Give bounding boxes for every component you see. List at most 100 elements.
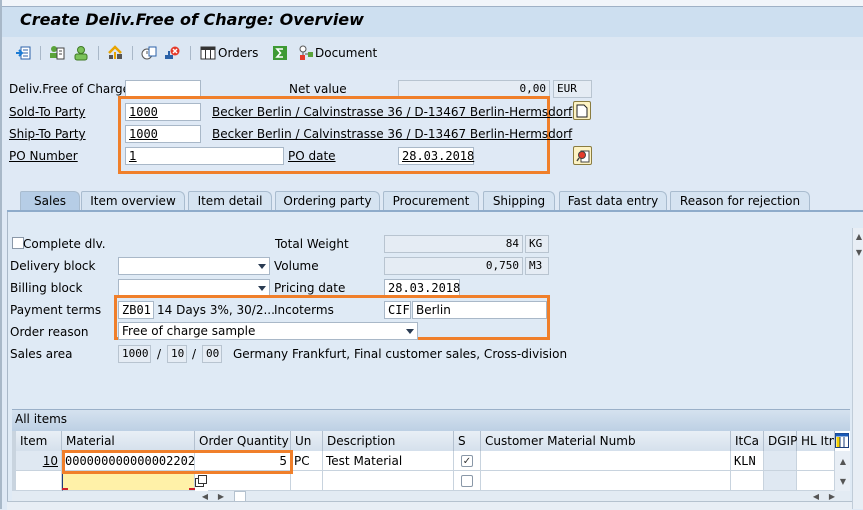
field-error-marker <box>62 488 68 490</box>
value-help-icon[interactable] <box>195 475 207 487</box>
cell-material-focused[interactable] <box>62 471 195 491</box>
scroll-up-icon[interactable]: ▲ <box>837 455 849 467</box>
cell-dgip <box>764 451 797 471</box>
cell-itca[interactable]: KLN <box>731 451 764 471</box>
toolbar-separator <box>132 46 133 60</box>
table-settings-icon[interactable] <box>835 433 849 448</box>
column-header-itca[interactable]: ItCa <box>731 431 764 451</box>
po-date-input[interactable]: 28.03.2018 <box>398 147 474 165</box>
cell-hl-item[interactable] <box>797 471 835 491</box>
cell-item[interactable]: 10 <box>16 451 62 471</box>
items-table-title-bar <box>12 409 850 431</box>
cancel-doc-icon[interactable] <box>163 44 181 62</box>
incoterms-code-input[interactable]: CIF <box>384 301 411 319</box>
scroll-right-icon[interactable]: ▶ <box>215 491 227 501</box>
hierarchy-icon[interactable] <box>106 44 124 62</box>
scroll-down-icon[interactable]: ▼ <box>853 246 863 258</box>
sold-to-input[interactable]: 1000 <box>125 103 201 121</box>
document-flow-icon[interactable] <box>297 44 315 62</box>
scroll-left-icon[interactable]: ◀ <box>199 491 211 501</box>
cell-customer-material[interactable] <box>481 451 731 471</box>
tab-reason-for-rejection[interactable]: Reason for rejection <box>670 191 810 211</box>
complete-dlv-label: Complete dlv. <box>23 237 106 251</box>
cell-itca[interactable] <box>731 471 764 491</box>
search-document-icon <box>575 150 589 162</box>
column-header-s[interactable]: S <box>454 431 481 451</box>
field-error-marker <box>189 488 195 490</box>
header-details-icon[interactable] <box>48 44 66 62</box>
division-field: 00 <box>202 345 222 363</box>
window-title: Create Deliv.Free of Charge: Overview <box>20 10 364 29</box>
column-header-item[interactable]: Item <box>16 431 62 451</box>
cell-unit[interactable]: PC <box>291 451 323 471</box>
column-header-description[interactable]: Description <box>323 431 454 451</box>
chevron-down-icon <box>258 264 266 269</box>
volume-label: Volume <box>274 259 319 273</box>
po-number-label[interactable]: PO Number <box>9 148 78 164</box>
tab-ordering-party[interactable]: Ordering party <box>275 191 380 211</box>
po-date-label[interactable]: PO date <box>288 148 336 164</box>
s-checkbox-checked[interactable]: ✓ <box>461 455 473 467</box>
display-doc-header-icon[interactable] <box>14 44 32 62</box>
total-weight-label: Total Weight <box>275 237 349 251</box>
table-vertical-scrollbar[interactable]: ▲ ▼ <box>835 451 850 491</box>
scroll-left-icon[interactable]: ◀ <box>810 491 822 501</box>
cell-dgip <box>764 471 797 491</box>
sold-to-party-icon[interactable] <box>72 44 90 62</box>
weight-unit-field: KG <box>525 235 549 253</box>
column-header-material[interactable]: Material <box>62 431 195 451</box>
ship-to-input[interactable]: 1000 <box>125 125 201 143</box>
tab-item-detail[interactable]: Item detail <box>188 191 272 211</box>
cell-hl-item[interactable] <box>797 451 835 471</box>
incoterms-place-input[interactable]: Berlin <box>412 301 547 319</box>
tab-sales[interactable]: Sales <box>20 191 80 211</box>
cell-description[interactable]: Test Material <box>323 451 454 471</box>
tab-item-overview[interactable]: Item overview <box>81 191 185 211</box>
orders-grid-icon[interactable] <box>199 44 217 62</box>
column-header-unit[interactable]: Un <box>291 431 323 451</box>
cell-unit[interactable] <box>291 471 323 491</box>
tab-fast-data-entry[interactable]: Fast data entry <box>559 191 667 211</box>
table-horizontal-scrollbar[interactable]: ◀ ▶ ◀ ▶ <box>12 491 850 502</box>
column-header-dgip[interactable]: DGIP <box>764 431 797 451</box>
column-header-customer-material[interactable]: Customer Material Numb <box>481 431 731 451</box>
document-flow-button[interactable]: Document <box>315 46 377 60</box>
panel-scrollbar[interactable]: ▲ ▼ <box>852 228 863 509</box>
sold-to-label[interactable]: Sold-To Party <box>9 104 85 120</box>
cell-order-quantity[interactable] <box>208 471 291 491</box>
scroll-right-icon[interactable]: ▶ <box>826 491 838 501</box>
po-number-input[interactable]: 1 <box>125 147 284 165</box>
delivery-block-dropdown[interactable] <box>118 257 270 275</box>
tab-procurement[interactable]: Procurement <box>383 191 479 211</box>
toolbar-separator <box>98 46 99 60</box>
ship-to-label[interactable]: Ship-To Party <box>9 126 86 142</box>
column-header-order-quantity[interactable]: Order Quantity <box>195 431 291 451</box>
cell-customer-material[interactable] <box>481 471 731 491</box>
blank-document-icon <box>576 104 588 117</box>
orders-button[interactable]: Orders <box>218 46 258 60</box>
scroll-up-icon[interactable]: ▲ <box>853 230 863 242</box>
application-toolbar <box>0 37 863 70</box>
sum-icon[interactable] <box>271 44 289 62</box>
total-weight-field: 84 <box>384 235 523 253</box>
sales-area-separator: / <box>192 347 197 361</box>
column-header-hl-item[interactable]: HL Itm <box>797 431 835 451</box>
order-reason-label: Order reason <box>10 325 89 339</box>
order-reason-dropdown[interactable]: Free of charge sample <box>118 322 418 340</box>
create-document-button[interactable] <box>573 101 591 120</box>
copy-doc-icon[interactable] <box>140 44 158 62</box>
deliv-free-label: Deliv.Free of Charge <box>9 82 130 96</box>
toolbar-separator <box>40 46 41 60</box>
cell-item[interactable] <box>16 471 62 491</box>
cell-description[interactable] <box>323 471 454 491</box>
sold-to-description[interactable]: Becker Berlin / Calvinstrasse 36 / D-134… <box>212 104 572 120</box>
tab-shipping[interactable]: Shipping <box>483 191 555 211</box>
display-po-button[interactable] <box>573 146 592 165</box>
items-table-title: All items <box>15 412 68 426</box>
payment-terms-input[interactable]: ZB01 <box>118 301 154 319</box>
delivery-block-label: Delivery block <box>10 259 96 273</box>
net-value-label: Net value <box>289 82 347 96</box>
ship-to-description[interactable]: Becker Berlin / Calvinstrasse 36 / D-134… <box>212 126 572 142</box>
scroll-down-icon[interactable]: ▼ <box>837 475 849 487</box>
s-checkbox-unchecked[interactable] <box>461 475 473 487</box>
